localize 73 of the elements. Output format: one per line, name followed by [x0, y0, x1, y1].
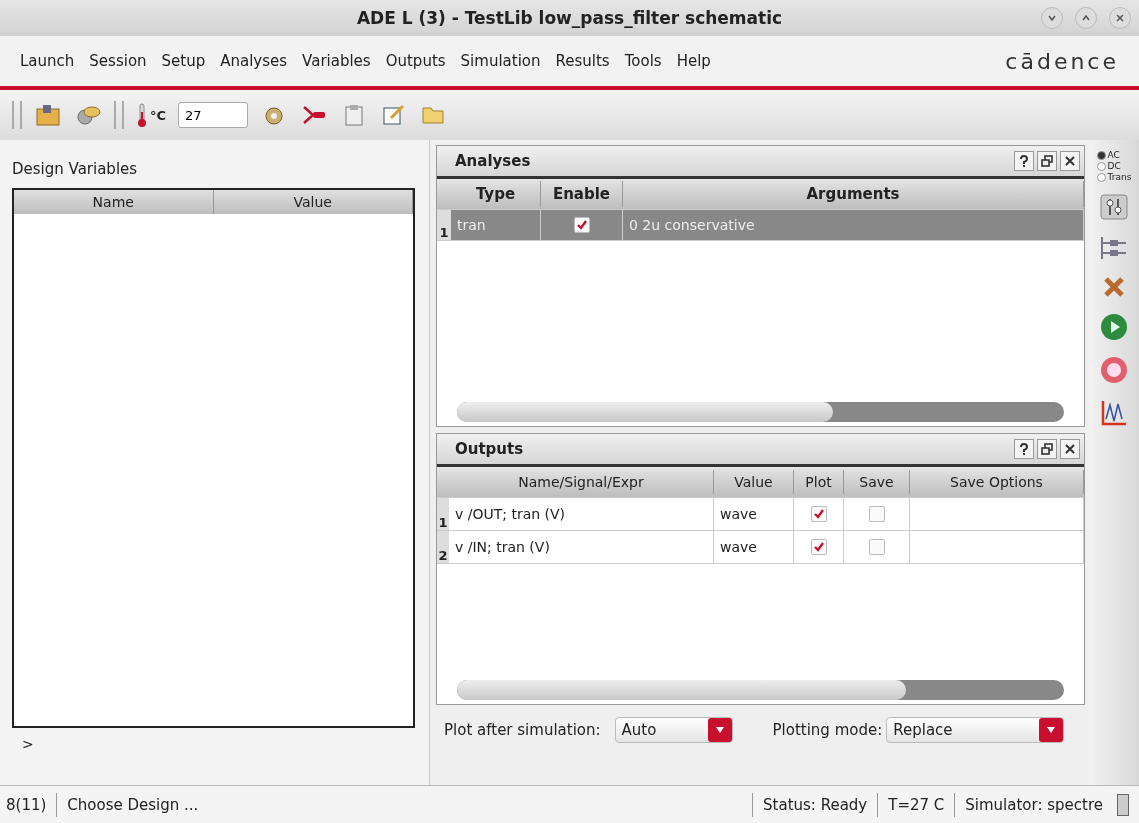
- expander[interactable]: >: [22, 736, 405, 752]
- column-header[interactable]: Save Options: [910, 470, 1084, 494]
- menu-item[interactable]: Simulation: [460, 52, 541, 70]
- caret-icon[interactable]: [707, 718, 732, 742]
- status-simulator: Simulator: spectre: [964, 794, 1104, 816]
- table-cell: tran: [451, 210, 541, 240]
- column-header[interactable]: Save: [844, 470, 910, 494]
- field-label: Plotting mode:: [772, 721, 883, 739]
- column-header[interactable]: Enable: [541, 181, 623, 207]
- panel-title: Outputs: [455, 440, 524, 458]
- menu-item[interactable]: Tools: [624, 52, 662, 70]
- menu-item[interactable]: Results: [555, 52, 610, 70]
- logo: cādence: [1005, 48, 1119, 74]
- float-icon[interactable]: [1037, 439, 1057, 459]
- checkbox[interactable]: [810, 539, 827, 555]
- checkbox[interactable]: [868, 539, 885, 555]
- temperature-field[interactable]: 27: [178, 102, 249, 128]
- menu-item[interactable]: Launch: [20, 52, 75, 70]
- row-number: 2: [437, 531, 449, 563]
- menu-item[interactable]: Setup: [161, 52, 206, 70]
- column-header[interactable]: Name: [14, 190, 214, 214]
- minimize-icon[interactable]: [1041, 7, 1063, 29]
- analysis-type-radio[interactable]: DC: [1096, 161, 1132, 171]
- plot-after-dropdown[interactable]: Auto: [614, 717, 733, 743]
- help-icon[interactable]: [1014, 439, 1034, 459]
- menu-item[interactable]: Session: [89, 52, 147, 70]
- caret-icon[interactable]: [1039, 718, 1064, 742]
- menu-item[interactable]: Outputs: [385, 52, 446, 70]
- table-cell: v /OUT; tran (V): [449, 498, 714, 530]
- plotting-mode-dropdown[interactable]: Replace: [886, 717, 1065, 743]
- sliders-icon[interactable]: [1100, 194, 1128, 223]
- table-cell: 0 2u conservative: [623, 210, 1084, 240]
- checkbox[interactable]: [868, 506, 885, 522]
- field-label: Plot after simulation:: [444, 721, 601, 739]
- column-header[interactable]: Type: [451, 181, 541, 207]
- column-header[interactable]: Plot: [794, 470, 844, 494]
- float-icon[interactable]: [1037, 151, 1057, 171]
- checkbox[interactable]: [810, 506, 827, 522]
- maximize-icon[interactable]: [1075, 7, 1097, 29]
- window-title: ADE L (3) - TestLib low_pass_filter schematic: [356, 8, 783, 28]
- status-count: 8(11): [0, 792, 58, 817]
- horizontal-scrollbar[interactable]: [457, 402, 1064, 422]
- toolbar-handle[interactable]: [12, 101, 22, 129]
- analysis-type-radio[interactable]: AC: [1096, 150, 1132, 160]
- row-number: 1: [437, 210, 451, 240]
- close-icon[interactable]: [1060, 151, 1080, 171]
- help-icon[interactable]: [1014, 151, 1034, 171]
- close-icon[interactable]: [1060, 439, 1080, 459]
- menu-item[interactable]: Help: [676, 52, 711, 70]
- analysis-type-radio[interactable]: Trans: [1096, 172, 1132, 182]
- column-header[interactable]: Value: [714, 470, 794, 494]
- menu-item[interactable]: Variables: [302, 52, 371, 70]
- table-cell: wave: [714, 531, 794, 563]
- table-cell: wave: [714, 498, 794, 530]
- row-number: 1: [437, 498, 449, 530]
- panel-title: Design Variables: [12, 160, 139, 178]
- panel-title: Analyses: [455, 152, 531, 170]
- table-cell: v /IN; tran (V): [449, 531, 714, 563]
- close-icon[interactable]: [1109, 7, 1131, 29]
- horizontal-scrollbar[interactable]: [457, 680, 1064, 700]
- menu-item[interactable]: Analyses: [220, 52, 288, 70]
- toolbar-separator: [114, 101, 124, 129]
- status-text: Status: Ready: [752, 792, 879, 817]
- checkbox[interactable]: [573, 217, 590, 233]
- table-row[interactable]: 1 tran 0 2u conservative: [437, 210, 1084, 241]
- status-message: Choose Design ...: [66, 794, 200, 816]
- column-header[interactable]: Value: [213, 190, 413, 214]
- column-header[interactable]: Name/Signal/Expr: [449, 470, 714, 494]
- thermometer-icon: [136, 102, 148, 128]
- column-header[interactable]: Arguments: [623, 181, 1084, 207]
- status-temperature: T=27 C: [878, 792, 956, 817]
- resize-grip[interactable]: [1117, 793, 1129, 816]
- temperature-unit: °C: [150, 107, 167, 123]
